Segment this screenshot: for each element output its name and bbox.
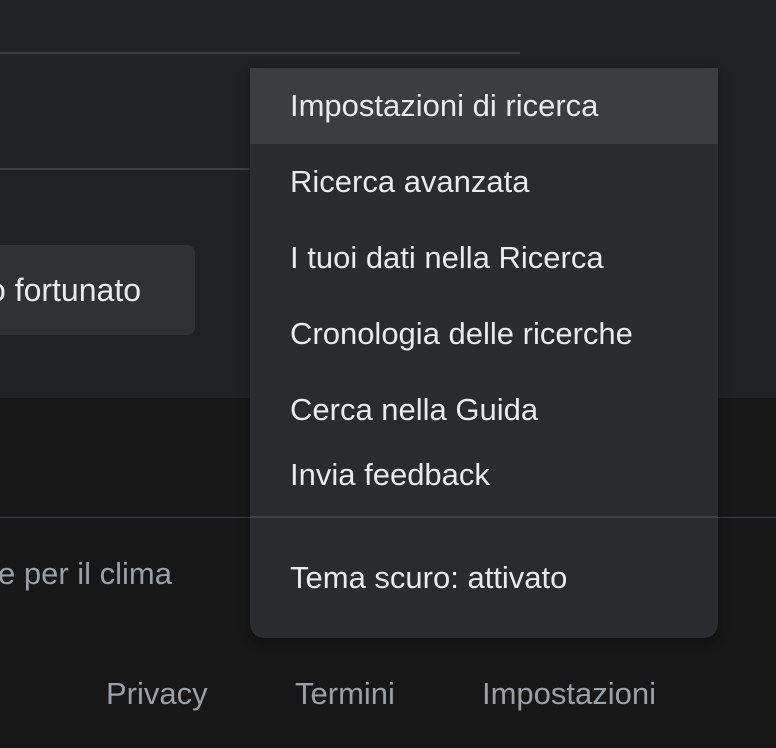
menu-item-search-settings[interactable]: Impostazioni di ricerca — [250, 68, 718, 144]
lucky-button-label: o fortunato — [0, 272, 141, 308]
menu-item-your-data[interactable]: I tuoi dati nella Ricerca — [250, 220, 718, 296]
menu-item-search-help[interactable]: Cerca nella Guida — [250, 372, 718, 448]
lucky-button[interactable]: o fortunato — [0, 245, 195, 335]
footer-link-terms[interactable]: Termini — [295, 676, 395, 712]
menu-divider — [250, 516, 718, 518]
menu-item-search-history[interactable]: Cronologia delle ricerche — [250, 296, 718, 372]
menu-item-advanced-search[interactable]: Ricerca avanzata — [250, 144, 718, 220]
settings-menu: Impostazioni di ricerca Ricerca avanzata… — [250, 68, 718, 638]
menu-item-dark-theme[interactable]: Tema scuro: attivato — [250, 542, 718, 614]
menu-item-send-feedback[interactable]: Invia feedback — [250, 442, 718, 508]
footer-link-privacy[interactable]: Privacy — [106, 676, 208, 712]
page: o fortunato e per il clima Privacy Termi… — [0, 0, 776, 748]
climate-link[interactable]: e per il clima — [0, 556, 172, 592]
footer-link-settings[interactable]: Impostazioni — [482, 676, 656, 712]
